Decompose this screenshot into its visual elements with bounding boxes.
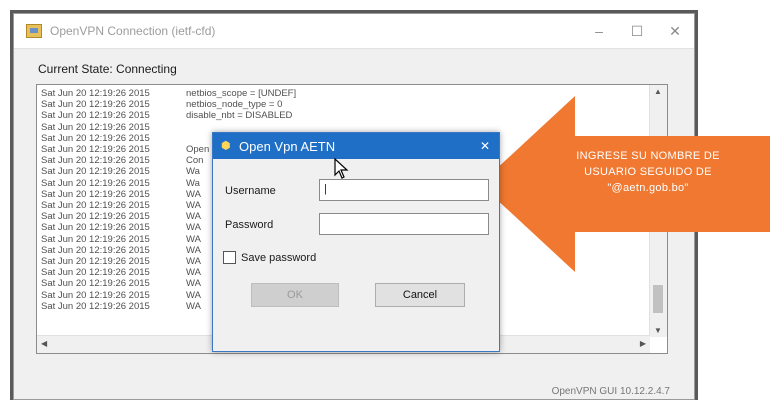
ok-button[interactable]: OK <box>251 283 339 307</box>
log-timestamp: Sat Jun 20 12:19:26 2015 <box>41 267 150 279</box>
maximize-button[interactable]: ☐ <box>618 14 656 48</box>
log-message: WA <box>186 211 201 223</box>
save-password-checkbox[interactable] <box>223 251 236 264</box>
log-message: Con <box>186 155 204 167</box>
close-button[interactable]: ✕ <box>656 14 694 48</box>
log-line: Sat Jun 20 12:19:26 2015 disable_nbt = DI… <box>41 110 296 121</box>
log-timestamp: Sat Jun 20 12:19:26 2015 <box>41 256 150 268</box>
log-timestamp: Sat Jun 20 12:19:26 2015 <box>41 88 150 99</box>
log-timestamp: Sat Jun 20 12:19:26 2015 <box>41 121 150 133</box>
save-password-label: Save password <box>241 251 317 264</box>
log-timestamp: Sat Jun 20 12:19:26 2015 <box>41 110 150 122</box>
connection-state-label: Current State: Connecting <box>38 62 177 76</box>
log-message: WA <box>186 289 201 301</box>
callout-text: INGRESE SU NOMBRE DE USUARIO SEGUIDO DE … <box>548 148 748 196</box>
password-field[interactable] <box>319 213 489 235</box>
title-bar: OpenVPN Connection (ietf-cfd) – ☐ ✕ <box>14 14 694 49</box>
log-timestamp: Sat Jun 20 12:19:26 2015 <box>41 211 150 223</box>
log-timestamp: Sat Jun 20 12:19:26 2015 <box>41 278 150 290</box>
log-timestamp: Sat Jun 20 12:19:26 2015 <box>41 99 150 111</box>
window-title: OpenVPN Connection (ietf-cfd) <box>50 24 216 38</box>
password-label: Password <box>225 219 274 231</box>
log-timestamp: Sat Jun 20 12:19:26 2015 <box>41 155 150 167</box>
scroll-left-arrow-icon[interactable]: ◀ <box>41 339 47 348</box>
log-timestamp: Sat Jun 20 12:19:26 2015 <box>41 166 150 178</box>
mouse-cursor-icon <box>334 158 349 179</box>
openvpn-app-icon <box>26 24 42 38</box>
log-message: Wa <box>186 166 200 178</box>
scroll-down-arrow-icon[interactable]: ▼ <box>654 326 662 335</box>
log-message: WA <box>186 267 201 279</box>
log-message: WA <box>186 188 201 200</box>
log-timestamp: Sat Jun 20 12:19:26 2015 <box>41 244 150 256</box>
log-timestamp: Sat Jun 20 12:19:26 2015 <box>41 188 150 200</box>
version-status: OpenVPN GUI 10.12.2.4.7 <box>551 386 670 397</box>
log-message: netbios_scope = [UNDEF] <box>186 88 297 99</box>
dialog-title: Open Vpn AETN <box>239 138 336 154</box>
window-controls: – ☐ ✕ <box>580 14 694 48</box>
username-field[interactable]: | <box>319 179 489 201</box>
save-password-row[interactable]: Save password <box>223 251 316 264</box>
callout-line-1: INGRESE SU NOMBRE DE <box>576 150 720 162</box>
log-message: Wa <box>186 177 200 189</box>
scroll-right-arrow-icon[interactable]: ▶ <box>640 339 646 348</box>
log-timestamp: Sat Jun 20 12:19:26 2015 <box>41 222 150 234</box>
log-line: Sat Jun 20 12:19:26 2015 netbios_node_typ… <box>41 99 296 110</box>
log-timestamp: Sat Jun 20 12:19:26 2015 <box>41 144 150 156</box>
log-line: Sat Jun 20 12:19:26 2015 netbios_scope = … <box>41 88 296 99</box>
log-message: netbios_node_type = 0 <box>186 99 283 111</box>
vertical-scroll-thumb[interactable] <box>653 285 663 313</box>
scroll-up-arrow-icon[interactable]: ▲ <box>654 87 662 96</box>
log-message: WA <box>186 200 201 212</box>
log-message: WA <box>186 244 201 256</box>
log-timestamp: Sat Jun 20 12:19:26 2015 <box>41 289 150 301</box>
dialog-title-bar: ⬢ Open Vpn AETN ✕ <box>213 133 499 159</box>
username-label: Username <box>225 185 276 197</box>
log-timestamp: Sat Jun 20 12:19:26 2015 <box>41 132 150 144</box>
log-timestamp: Sat Jun 20 12:19:26 2015 <box>41 300 150 312</box>
log-message: Open <box>186 144 210 156</box>
log-message: WA <box>186 278 201 290</box>
minimize-button[interactable]: – <box>580 14 618 48</box>
log-message: disable_nbt = DISABLED <box>186 110 293 122</box>
log-message: WA <box>186 222 201 234</box>
login-dialog: ⬢ Open Vpn AETN ✕ Username | Password Sa… <box>212 132 500 352</box>
dialog-close-button[interactable]: ✕ <box>471 139 499 153</box>
log-message: WA <box>186 256 201 268</box>
log-message: WA <box>186 233 201 245</box>
callout-line-2: USUARIO SEGUIDO DE <box>584 166 712 178</box>
log-timestamp: Sat Jun 20 12:19:26 2015 <box>41 200 150 212</box>
log-timestamp: Sat Jun 20 12:19:26 2015 <box>41 233 150 245</box>
cancel-button[interactable]: Cancel <box>375 283 465 307</box>
callout-line-3: "@aetn.gob.bo" <box>607 182 689 194</box>
log-timestamp: Sat Jun 20 12:19:26 2015 <box>41 177 150 189</box>
log-message: WA <box>186 300 201 312</box>
openvpn-dialog-icon: ⬢ <box>221 140 231 152</box>
